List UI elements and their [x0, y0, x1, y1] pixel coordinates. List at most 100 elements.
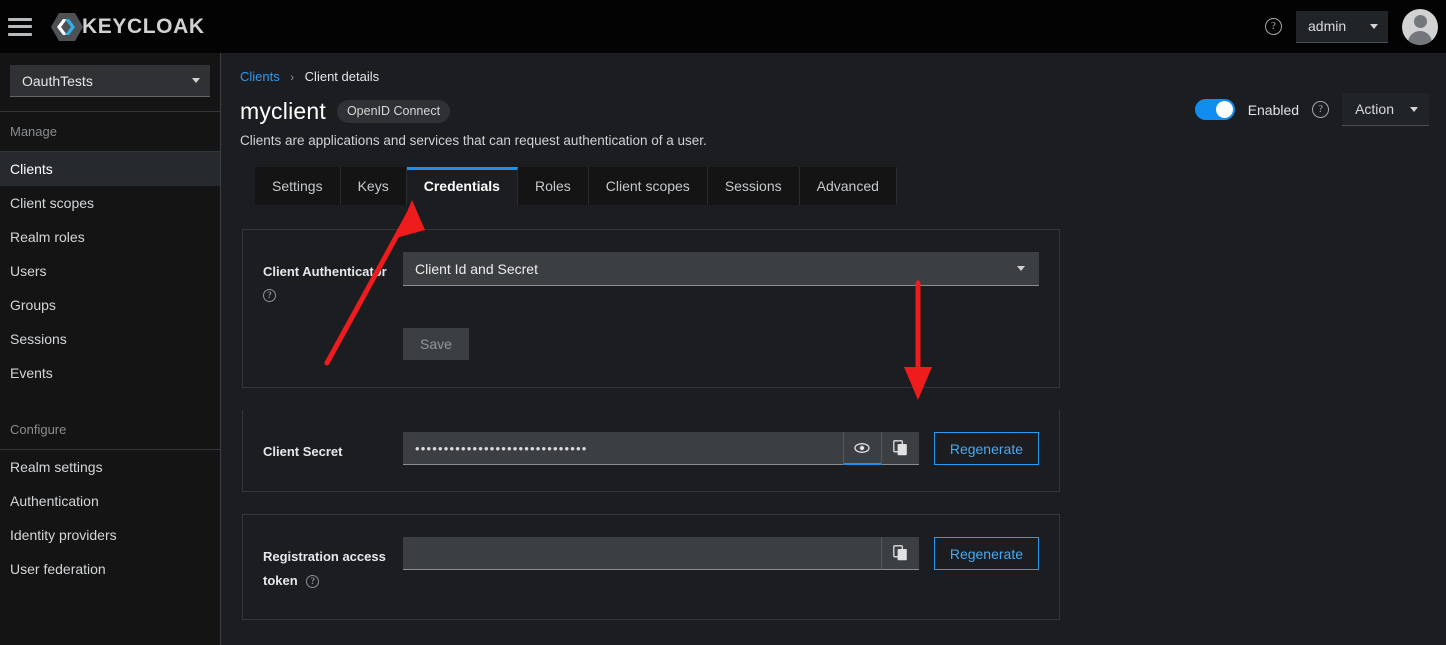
nav-group-manage-title: Manage: [10, 124, 57, 139]
tab-sessions[interactable]: Sessions: [707, 167, 800, 205]
tab-bar: Settings Keys Credentials Roles Client s…: [255, 167, 1446, 205]
client-secret-row: Client Secret ••••••••••••••••••••••••••…: [243, 410, 1059, 465]
registration-token-label-line2: token: [263, 573, 298, 588]
sidebar-item-label: Realm settings: [10, 459, 103, 475]
client-authenticator-card: Client Authenticator ? Client Id and Sec…: [242, 229, 1060, 388]
realm-selector[interactable]: OauthTests: [10, 65, 210, 97]
help-icon[interactable]: ?: [263, 289, 276, 302]
tab-label: Sessions: [724, 178, 782, 194]
client-secret-input-group: [403, 432, 919, 465]
help-icon[interactable]: ?: [1312, 101, 1330, 118]
hamburger-icon[interactable]: [8, 17, 32, 36]
tab-credentials[interactable]: Credentials: [406, 167, 518, 205]
breadcrumb: Clients › Client details: [221, 53, 1446, 84]
user-menu-label: admin: [1308, 18, 1347, 34]
registration-token-label-line1: Registration access: [263, 549, 386, 564]
tab-settings[interactable]: Settings: [255, 167, 341, 205]
copy-icon: [892, 440, 907, 456]
breadcrumb-clients-link[interactable]: Clients: [240, 69, 280, 84]
registration-token-row: Registration access token ? Regenerate: [243, 515, 1059, 593]
sidebar-item-groups[interactable]: Groups: [0, 288, 220, 322]
sidebar-item-label: Realm roles: [10, 229, 85, 245]
breadcrumb-separator-icon: ›: [290, 72, 295, 84]
chevron-down-icon: [1410, 106, 1418, 112]
breadcrumb-current: Client details: [304, 69, 380, 84]
protocol-badge: OpenID Connect: [336, 100, 451, 123]
regenerate-registration-token-button[interactable]: Regenerate: [933, 537, 1039, 570]
registration-token-card: Registration access token ? Regenerate: [242, 514, 1060, 620]
enabled-label: Enabled: [1247, 101, 1300, 118]
sidebar-item-authentication[interactable]: Authentication: [0, 484, 220, 518]
client-authenticator-value: Client Id and Secret: [415, 260, 538, 277]
show-secret-button[interactable]: [842, 432, 881, 465]
sidebar-item-client-scopes[interactable]: Client scopes: [0, 186, 220, 220]
tab-advanced[interactable]: Advanced: [799, 167, 897, 205]
sidebar-item-users[interactable]: Users: [0, 254, 220, 288]
brand-logo[interactable]: KEYCLOAK: [50, 11, 205, 43]
client-secret-label: Client Secret: [263, 444, 343, 459]
masthead: KEYCLOAK ? admin: [0, 0, 1446, 53]
sidebar-item-label: Client scopes: [10, 195, 95, 211]
tab-label: Settings: [272, 178, 323, 194]
chevron-down-icon: [192, 78, 200, 83]
registration-token-label: Registration access token ?: [263, 537, 403, 593]
tab-label: Roles: [534, 178, 571, 194]
nav-group-configure-title: Configure: [10, 422, 67, 437]
sidebar: OauthTests Manage Clients Client scopes …: [0, 53, 221, 645]
main-content: Clients › Client details myclient OpenID…: [221, 53, 1446, 645]
enabled-toggle[interactable]: [1194, 99, 1235, 120]
help-icon[interactable]: ?: [306, 575, 320, 589]
action-dropdown-label: Action: [1355, 101, 1394, 117]
avatar[interactable]: [1402, 8, 1438, 45]
credentials-panels: Client Authenticator ? Client Id and Sec…: [242, 229, 1060, 620]
tab-keys[interactable]: Keys: [340, 167, 407, 205]
keycloak-admin-console: KEYCLOAK ? admin OauthTests Manage Clien…: [0, 0, 1446, 645]
keycloak-logo-icon: [50, 11, 84, 43]
tab-label: Keys: [357, 178, 389, 194]
client-authenticator-row: Client Authenticator ? Client Id and Sec…: [243, 230, 1059, 302]
page-header: myclient OpenID Connect Clients are appl…: [221, 84, 1446, 148]
sidebar-item-user-federation[interactable]: User federation: [0, 552, 220, 586]
tab-label: Client scopes: [605, 178, 690, 194]
help-icon[interactable]: ?: [1265, 18, 1282, 35]
sidebar-item-label: Clients: [10, 161, 53, 177]
tab-client-scopes[interactable]: Client scopes: [588, 167, 708, 205]
sidebar-item-label: Events: [10, 365, 53, 381]
action-dropdown[interactable]: Action: [1342, 93, 1429, 126]
masthead-actions: ? admin: [1265, 0, 1446, 53]
brand-text: KEYCLOAK: [82, 15, 205, 38]
sidebar-item-label: Sessions: [10, 331, 67, 347]
sidebar-item-sessions[interactable]: Sessions: [0, 322, 220, 356]
client-authenticator-label-text: Client Authenticator: [263, 264, 387, 279]
regenerate-secret-button[interactable]: Regenerate: [933, 432, 1039, 465]
user-menu-dropdown[interactable]: admin: [1296, 10, 1388, 43]
client-secret-input[interactable]: [403, 432, 843, 465]
sidebar-item-identity-providers[interactable]: Identity providers: [0, 518, 220, 552]
client-secret-card: Client Secret ••••••••••••••••••••••••••…: [242, 410, 1060, 492]
registration-token-input-group: [403, 537, 919, 570]
sidebar-item-realm-roles[interactable]: Realm roles: [0, 220, 220, 254]
copy-secret-button[interactable]: [880, 432, 919, 465]
client-authenticator-label: Client Authenticator ?: [263, 252, 403, 302]
sidebar-item-label: Authentication: [10, 493, 99, 509]
registration-token-input[interactable]: [403, 537, 881, 570]
sidebar-item-label: Users: [10, 263, 47, 279]
sidebar-item-realm-settings[interactable]: Realm settings: [0, 450, 220, 484]
copy-registration-token-button[interactable]: [880, 537, 919, 570]
save-button[interactable]: Save: [403, 328, 469, 360]
sidebar-item-label: Groups: [10, 297, 56, 313]
sidebar-item-label: User federation: [10, 561, 106, 577]
sidebar-item-events[interactable]: Events: [0, 356, 220, 390]
sidebar-item-clients[interactable]: Clients: [0, 152, 220, 186]
page-description: Clients are applications and services th…: [240, 133, 707, 148]
sidebar-item-label: Identity providers: [10, 527, 117, 543]
tab-label: Credentials: [423, 178, 500, 194]
page-title: myclient: [240, 98, 326, 124]
tab-roles[interactable]: Roles: [517, 167, 589, 205]
eye-icon: [854, 442, 870, 453]
tab-label: Advanced: [816, 178, 879, 194]
chevron-down-icon: [1017, 266, 1025, 271]
client-authenticator-select[interactable]: Client Id and Secret: [403, 252, 1039, 286]
